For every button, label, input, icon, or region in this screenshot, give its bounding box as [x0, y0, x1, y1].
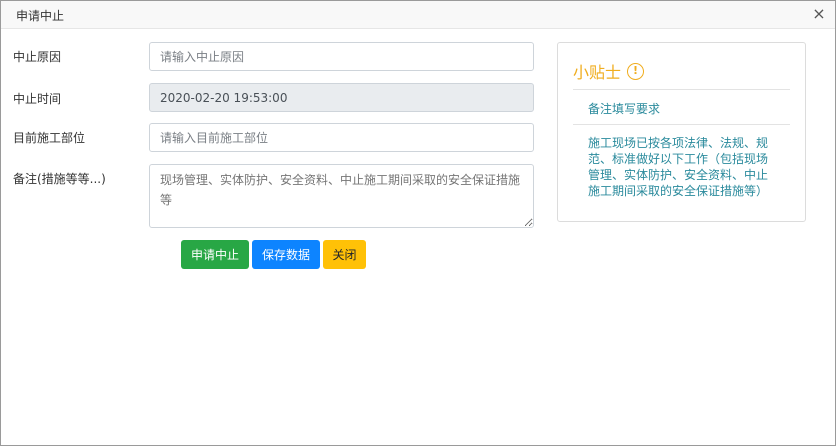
reason-label: 中止原因 — [13, 50, 62, 64]
dialog-title: 申请中止 — [16, 9, 65, 23]
remark-textarea[interactable] — [149, 164, 534, 228]
tips-divider-top — [573, 89, 790, 90]
close-button[interactable]: 关闭 — [323, 240, 366, 269]
save-data-button[interactable]: 保存数据 — [252, 240, 320, 269]
reason-input[interactable] — [149, 42, 534, 71]
tips-panel: 小贴士 ! 备注填写要求 施工现场已按各项法律、法规、规范、标准做好以下工作（包… — [557, 42, 806, 222]
apply-suspend-button[interactable]: 申请中止 — [181, 240, 249, 269]
apply-suspend-dialog: 申请中止 × 中止原因 中止时间 目前施工部位 备注(措施等等...) 申请中止… — [0, 0, 836, 446]
exclamation-circle-icon: ! — [627, 62, 645, 80]
tips-subtitle: 备注填写要求 — [588, 102, 661, 116]
close-icon[interactable]: × — [811, 5, 827, 23]
location-input[interactable] — [149, 123, 534, 152]
dialog-titlebar: 申请中止 × — [1, 1, 835, 29]
location-label: 目前施工部位 — [13, 131, 86, 145]
tips-body: 施工现场已按各项法律、法规、规范、标准做好以下工作（包括现场管理、实体防护、安全… — [588, 136, 769, 198]
time-input[interactable] — [149, 83, 534, 112]
tips-title-text: 小贴士 — [573, 63, 622, 82]
tips-title: 小贴士 ! — [573, 59, 645, 83]
remark-label: 备注(措施等等...) — [13, 172, 106, 186]
time-label: 中止时间 — [13, 92, 62, 106]
tips-divider-bottom — [573, 124, 790, 125]
